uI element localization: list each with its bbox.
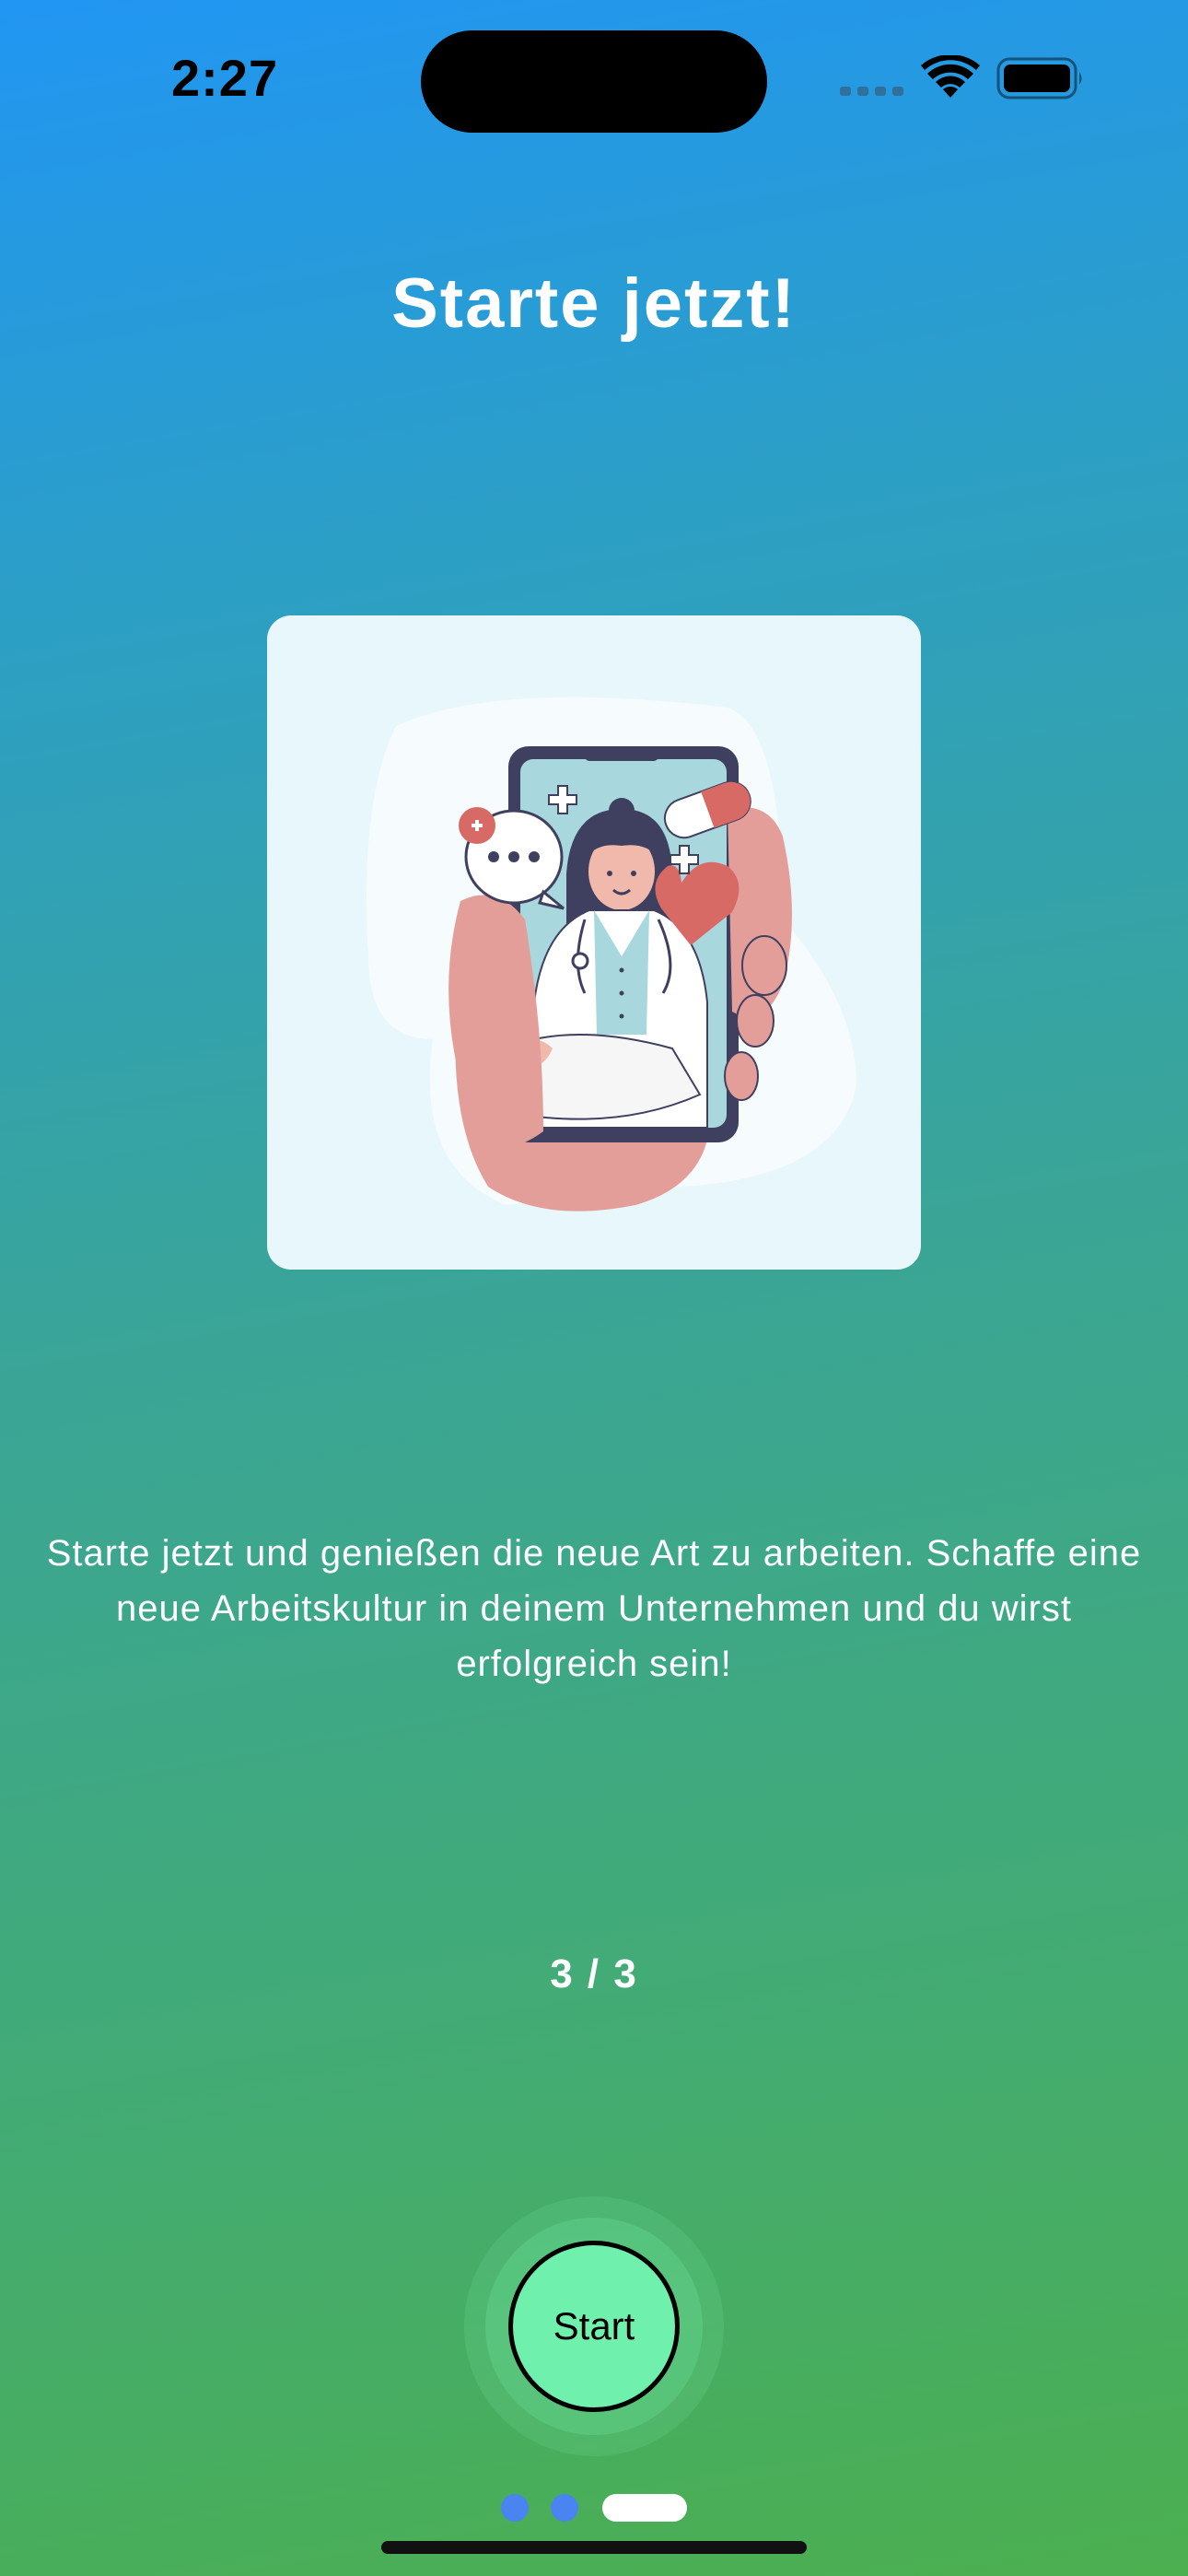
- pagination-dot-2[interactable]: [551, 2494, 578, 2522]
- status-bar: 2:27: [0, 0, 1188, 166]
- page-counter: 3 / 3: [550, 1951, 638, 1996]
- status-time: 2:27: [171, 49, 279, 107]
- doctor-illustration-card: [267, 615, 921, 1270]
- home-indicator[interactable]: [381, 2541, 807, 2554]
- wifi-icon: [921, 55, 980, 98]
- onboarding-description: Starte jetzt und genießen die neue Art z…: [46, 1533, 1142, 1684]
- pagination-dots: [501, 2494, 687, 2522]
- page-title: Starte jetzt!: [391, 264, 797, 343]
- start-button[interactable]: Start: [508, 2241, 680, 2412]
- pagination-dot-3-active[interactable]: [602, 2494, 687, 2522]
- pagination-dot-1[interactable]: [501, 2494, 529, 2522]
- dynamic-island: [421, 30, 767, 133]
- doctor-on-phone-illustration: [367, 697, 856, 1212]
- cellular-signal-icon: [840, 87, 903, 96]
- battery-icon: [996, 57, 1082, 100]
